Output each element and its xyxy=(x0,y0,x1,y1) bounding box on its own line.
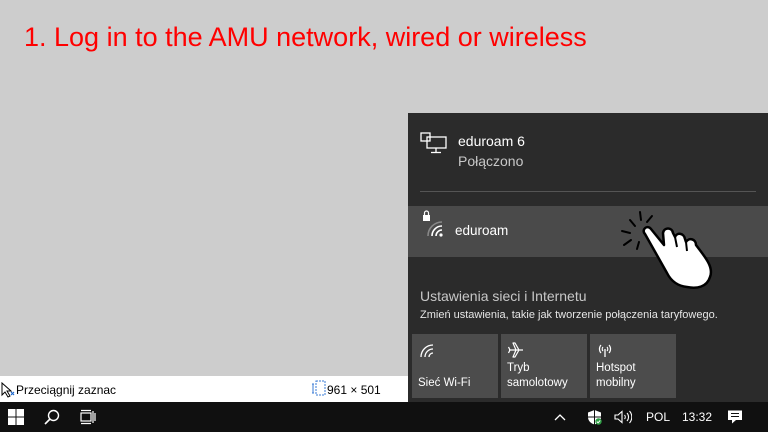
start-button[interactable] xyxy=(4,402,28,432)
task-view-icon xyxy=(80,409,96,425)
cursor-icon xyxy=(1,382,15,398)
defender-shield-icon xyxy=(587,410,602,425)
airplane-icon xyxy=(507,342,523,358)
input-language[interactable]: POL xyxy=(646,402,670,432)
network-flyout: eduroam 6 Połączono eduroam Ustawienia s… xyxy=(408,113,768,402)
task-view-button[interactable] xyxy=(76,402,100,432)
divider xyxy=(420,191,756,192)
mobile-hotspot-tile[interactable]: Hotspot mobilny xyxy=(590,334,676,398)
network-settings-link[interactable]: Ustawienia sieci i Internetu xyxy=(420,288,587,304)
snipping-status-bar: Przeciągnij zaznac 961 × 501 xyxy=(0,376,408,402)
network-name: eduroam xyxy=(455,223,509,238)
dimensions-icon xyxy=(312,380,326,396)
instruction-heading: 1. Log in to the AMU network, wired or w… xyxy=(24,22,587,52)
connection-name: eduroam 6 xyxy=(458,133,525,149)
pointing-hand-icon xyxy=(621,211,713,289)
ethernet-icon xyxy=(420,132,447,154)
clock[interactable]: 13:32 xyxy=(682,402,712,432)
tile-label-line1: Tryb xyxy=(507,362,530,374)
windows-icon xyxy=(8,409,24,425)
action-center-icon xyxy=(728,410,742,424)
hidden-icons-button[interactable] xyxy=(550,402,570,432)
volume-button[interactable] xyxy=(612,402,634,432)
speaker-icon xyxy=(614,410,632,424)
selection-dimensions: 961 × 501 xyxy=(327,383,381,397)
search-icon xyxy=(44,409,60,425)
chevron-up-icon xyxy=(554,414,566,421)
network-settings-description: Zmień ustawienia, takie jak tworzenie po… xyxy=(420,309,718,321)
tile-label-line1: Hotspot xyxy=(596,362,636,374)
hotspot-icon xyxy=(598,344,612,357)
tile-label-line2: mobilny xyxy=(596,377,636,389)
connection-status: Połączono xyxy=(458,153,524,169)
search-button[interactable] xyxy=(40,402,64,432)
airplane-mode-tile[interactable]: Tryb samolotowy xyxy=(501,334,587,398)
taskbar: POL 13:32 xyxy=(0,402,768,432)
wifi-icon xyxy=(420,344,434,358)
wifi-secured-icon xyxy=(423,210,443,237)
notifications-button[interactable] xyxy=(724,402,746,432)
tile-label: Sieć Wi-Fi xyxy=(418,377,471,389)
wired-connection-item[interactable]: eduroam 6 Połączono xyxy=(408,113,768,191)
windows-security-button[interactable] xyxy=(584,402,604,432)
tile-label-line2: samolotowy xyxy=(507,377,568,389)
selection-hint: Przeciągnij zaznac xyxy=(16,383,117,397)
wifi-toggle-tile[interactable]: Sieć Wi-Fi xyxy=(412,334,498,398)
